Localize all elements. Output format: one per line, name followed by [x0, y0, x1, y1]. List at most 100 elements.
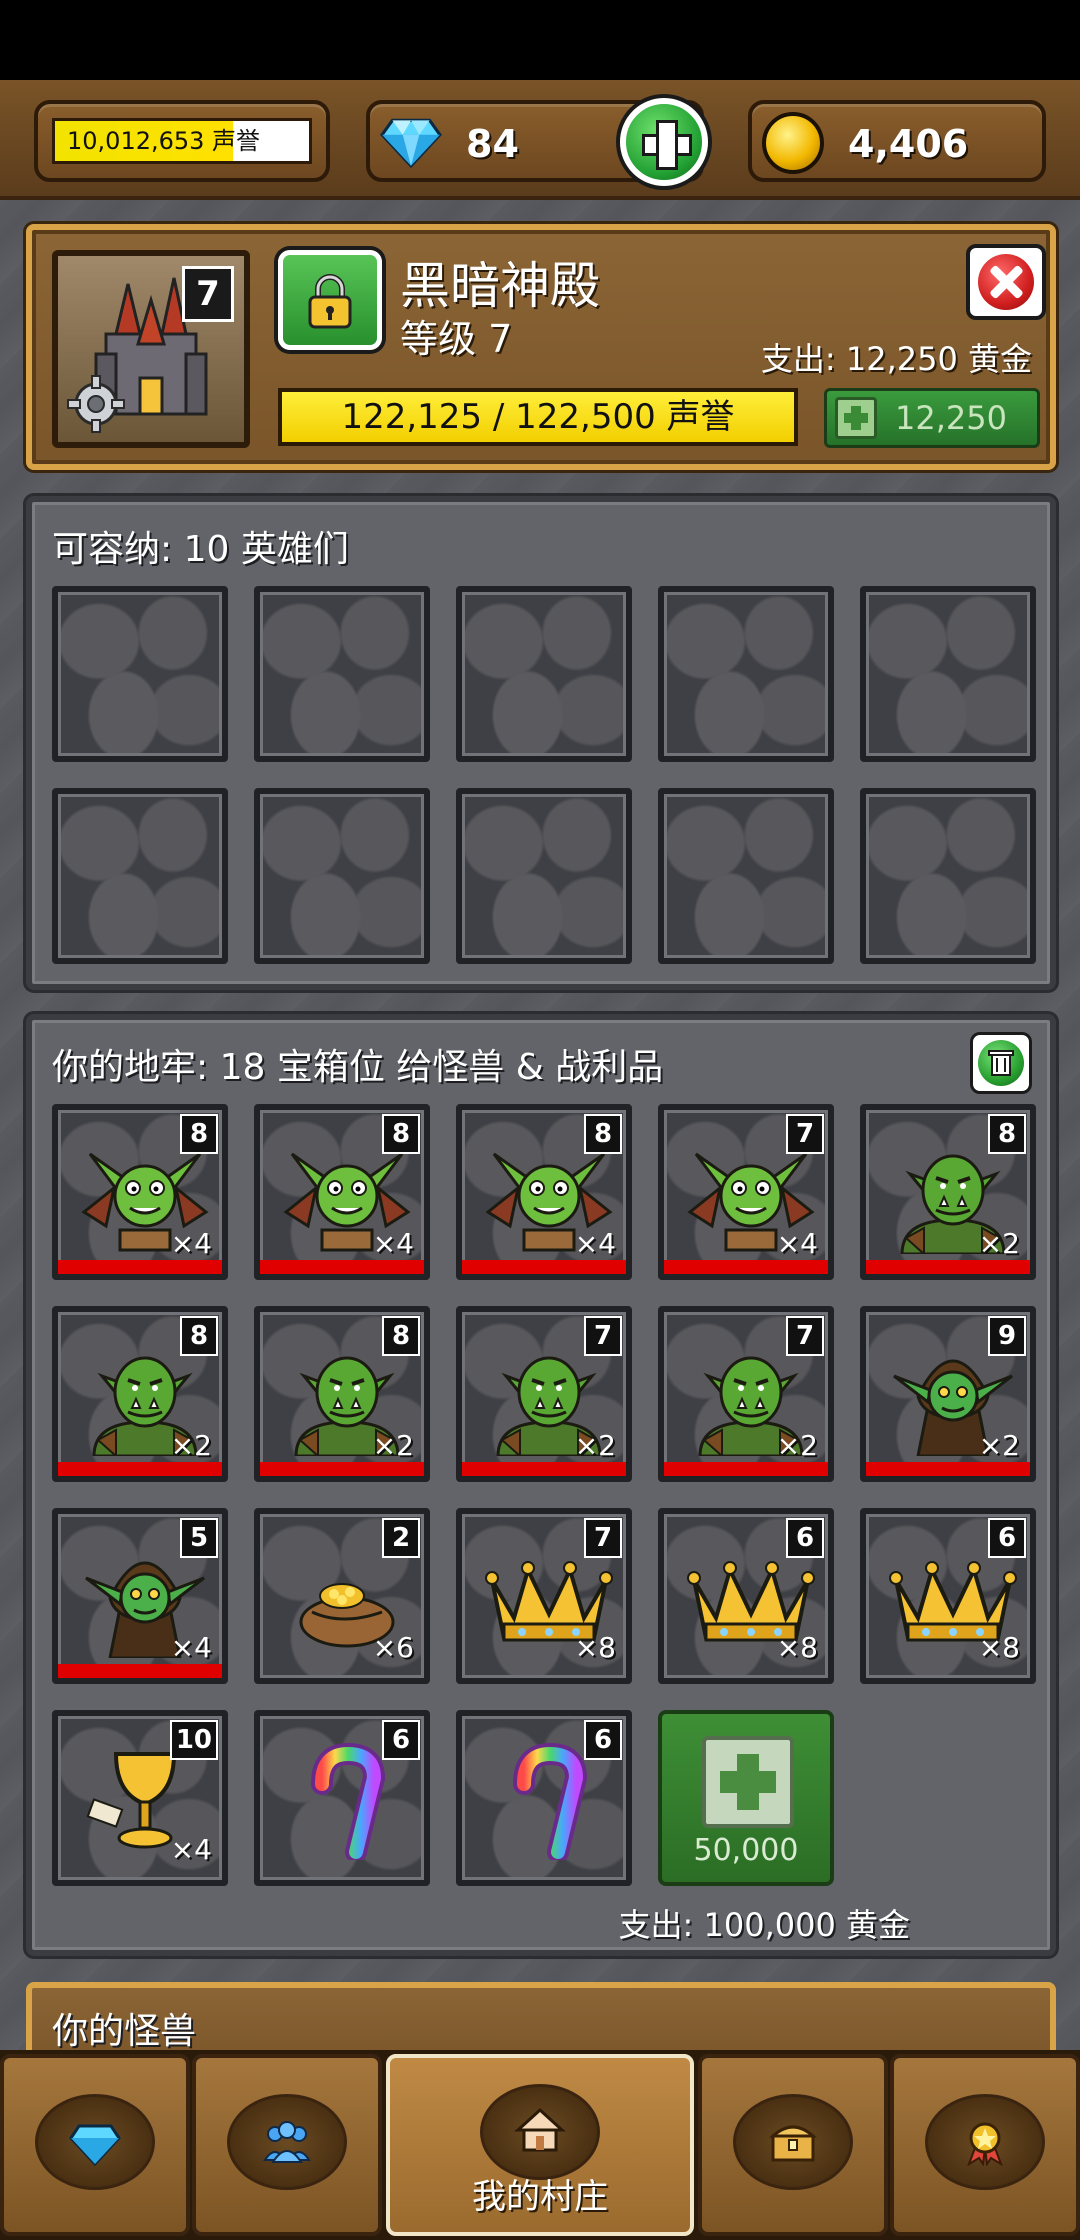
dungeon-slot-candy-cane[interactable]: 6 [254, 1710, 430, 1886]
item-count: ×4 [372, 1227, 414, 1260]
dungeon-slot-orc[interactable]: 7 ×2 [456, 1306, 632, 1482]
buy-slot-button[interactable]: 50,000 [658, 1710, 834, 1886]
dungeon-slot-chalice[interactable]: 10 ×4 [52, 1710, 228, 1886]
hero-slot[interactable] [456, 788, 632, 964]
dungeon-slot-orc[interactable]: 7 ×2 [658, 1306, 834, 1482]
dungeon-title: 你的地牢: 18 宝箱位 给怪兽 & 战利品 [52, 1047, 664, 1088]
item-count: ×4 [574, 1227, 616, 1260]
item-level-badge: 6 [988, 1518, 1026, 1558]
health-bar [462, 1462, 626, 1476]
health-bar [664, 1260, 828, 1274]
padlock-icon [308, 274, 352, 329]
item-level-badge: 2 [382, 1518, 420, 1558]
nav-my-village[interactable]: 我的村庄 [386, 2054, 694, 2236]
dungeon-slot-hooded-goblin[interactable]: 9 ×2 [860, 1306, 1036, 1482]
dungeon-slot-bat-goblin[interactable]: 8 ×4 [254, 1104, 430, 1280]
item-level-badge: 7 [584, 1518, 622, 1558]
dungeon-panel: 你的地牢: 18 宝箱位 给怪兽 & 战利品 8 ×4 8 ×4 8 ×4 7 ×4 8 ×2 8 ×… [26, 1014, 1056, 1956]
gold-coin-icon [762, 112, 824, 174]
gold-counter: 4,406 [748, 100, 1046, 182]
hero-slot[interactable] [658, 586, 834, 762]
hero-slot[interactable] [52, 788, 228, 964]
treasure-chest-icon [769, 2125, 817, 2162]
nav-gems[interactable] [0, 2054, 190, 2236]
item-count: ×2 [978, 1227, 1020, 1260]
dungeon-slot-orc[interactable]: 8 ×2 [254, 1306, 430, 1482]
item-count: ×2 [776, 1429, 818, 1462]
item-level-badge: 6 [382, 1720, 420, 1760]
dungeon-slot-crown[interactable]: 7 ×8 [456, 1508, 632, 1684]
reputation-value: 10,012,653 声誉 [52, 118, 312, 164]
dungeon-slot-hooded-goblin[interactable]: 5 ×4 [52, 1508, 228, 1684]
monsters-title: 你的怪兽 [52, 2011, 197, 2052]
close-button[interactable] [966, 244, 1046, 320]
health-bar [58, 1260, 222, 1274]
buy-gems-button[interactable] [620, 98, 708, 186]
health-bar [260, 1260, 424, 1274]
item-count: ×2 [372, 1429, 414, 1462]
hero-slot[interactable] [254, 788, 430, 964]
hero-slot[interactable] [254, 586, 430, 762]
nav-achievements[interactable] [890, 2054, 1080, 2236]
item-count: ×4 [776, 1227, 818, 1260]
item-level-badge: 8 [988, 1114, 1026, 1154]
item-count: ×4 [170, 1227, 212, 1260]
item-level-badge: 8 [382, 1316, 420, 1356]
gem-value: 84 [466, 122, 519, 166]
upgrade-button[interactable]: 12,250 [824, 388, 1040, 448]
item-level-badge: 9 [988, 1316, 1026, 1356]
item-level-badge: 8 [180, 1114, 218, 1154]
item-level-badge: 7 [584, 1316, 622, 1356]
item-count: ×2 [574, 1429, 616, 1462]
heroes-panel: 可容纳: 10 英雄们 [26, 496, 1056, 990]
dungeon-slot-bat-goblin[interactable]: 8 ×4 [52, 1104, 228, 1280]
lock-button[interactable] [278, 250, 382, 350]
nav-treasure[interactable] [698, 2054, 888, 2236]
house-icon [514, 2107, 566, 2152]
dungeon-expand-cost: 支出: 100,000 黄金 [618, 1906, 910, 1944]
dungeon-slot-orc[interactable]: 8 ×2 [52, 1306, 228, 1482]
diamond-icon [380, 118, 442, 169]
building-level-badge: 7 [182, 266, 234, 322]
dungeon-slot-orc[interactable]: 8 ×2 [860, 1104, 1036, 1280]
hero-slot[interactable] [860, 788, 1036, 964]
dungeon-slot-candy-cane[interactable]: 6 [456, 1710, 632, 1886]
gear-icon[interactable] [66, 374, 126, 434]
hero-slot[interactable] [658, 788, 834, 964]
item-level-badge: 7 [786, 1114, 824, 1154]
hero-slot[interactable] [860, 586, 1036, 762]
dungeon-slot-gold-sack[interactable]: 2 ×6 [254, 1508, 430, 1684]
health-bar [260, 1462, 424, 1476]
top-resource-bar: 10,012,653 声誉 84 4,406 [0, 80, 1080, 200]
item-level-badge: 7 [786, 1316, 824, 1356]
item-count: ×8 [776, 1631, 818, 1664]
dungeon-slot-crown[interactable]: 6 ×8 [658, 1508, 834, 1684]
dark-temple-image: 7 [52, 250, 250, 448]
dungeon-slot-bat-goblin[interactable]: 7 ×4 [658, 1104, 834, 1280]
nav-my-village-label: 我的村庄 [472, 2177, 608, 2217]
dungeon-slot-bat-goblin[interactable]: 8 ×4 [456, 1104, 632, 1280]
health-bar [866, 1260, 1030, 1274]
item-level-badge: 6 [786, 1518, 824, 1558]
hero-slot[interactable] [456, 586, 632, 762]
item-count: ×8 [978, 1631, 1020, 1664]
diamond-icon [69, 2124, 121, 2166]
people-icon [263, 2121, 311, 2163]
item-level-badge: 8 [382, 1114, 420, 1154]
health-bar [664, 1462, 828, 1476]
dungeon-slot-crown[interactable]: 6 ×8 [860, 1508, 1036, 1684]
item-count: ×2 [978, 1429, 1020, 1462]
nav-heroes[interactable] [192, 2054, 382, 2236]
health-bar [866, 1462, 1030, 1476]
health-bar [58, 1462, 222, 1476]
plus-icon [835, 397, 877, 439]
item-level-badge: 6 [584, 1720, 622, 1760]
item-count: ×2 [170, 1429, 212, 1462]
trash-button[interactable] [970, 1032, 1032, 1094]
gold-value: 4,406 [848, 122, 969, 166]
building-level-text: 等级 7 [400, 317, 513, 361]
reputation-counter: 10,012,653 声誉 [34, 100, 330, 182]
medal-icon [967, 2122, 1003, 2166]
health-bar [58, 1664, 222, 1678]
hero-slot[interactable] [52, 586, 228, 762]
